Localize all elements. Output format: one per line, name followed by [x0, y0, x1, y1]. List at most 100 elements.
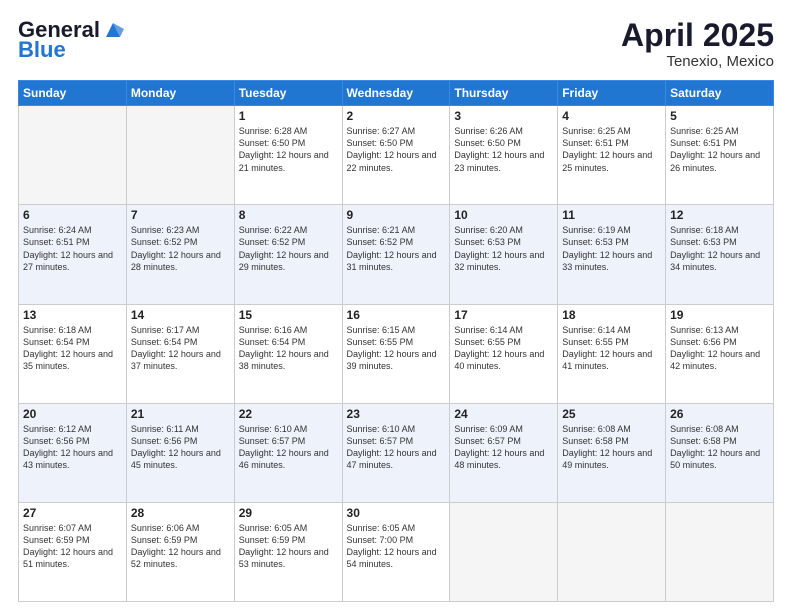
day-info: Sunrise: 6:26 AM Sunset: 6:50 PM Dayligh…: [454, 125, 553, 174]
calendar-week-row: 6 Sunrise: 6:24 AM Sunset: 6:51 PM Daylig…: [19, 205, 774, 304]
header-saturday: Saturday: [666, 81, 774, 106]
table-row: 21 Sunrise: 6:11 AM Sunset: 6:56 PM Dayli…: [126, 403, 234, 502]
header: General Blue April 2025 Tenexio, Mexico: [18, 18, 774, 70]
day-number: 16: [347, 308, 446, 322]
table-row: 16 Sunrise: 6:15 AM Sunset: 6:55 PM Dayli…: [342, 304, 450, 403]
logo: General Blue: [18, 18, 124, 62]
day-number: 23: [347, 407, 446, 421]
table-row: 29 Sunrise: 6:05 AM Sunset: 6:59 PM Dayli…: [234, 502, 342, 601]
table-row: 12 Sunrise: 6:18 AM Sunset: 6:53 PM Dayli…: [666, 205, 774, 304]
day-info: Sunrise: 6:15 AM Sunset: 6:55 PM Dayligh…: [347, 324, 446, 373]
day-number: 7: [131, 208, 230, 222]
day-number: 15: [239, 308, 338, 322]
day-number: 1: [239, 109, 338, 123]
table-row: [450, 502, 558, 601]
table-row: 1 Sunrise: 6:28 AM Sunset: 6:50 PM Daylig…: [234, 106, 342, 205]
day-info: Sunrise: 6:09 AM Sunset: 6:57 PM Dayligh…: [454, 423, 553, 472]
header-sunday: Sunday: [19, 81, 127, 106]
day-info: Sunrise: 6:22 AM Sunset: 6:52 PM Dayligh…: [239, 224, 338, 273]
day-info: Sunrise: 6:25 AM Sunset: 6:51 PM Dayligh…: [562, 125, 661, 174]
table-row: 27Sunrise: 6:07 AM Sunset: 6:59 PM Dayli…: [19, 502, 127, 601]
day-number: 10: [454, 208, 553, 222]
table-row: 26Sunrise: 6:08 AM Sunset: 6:58 PM Dayli…: [666, 403, 774, 502]
day-number: 27: [23, 506, 122, 520]
day-info: Sunrise: 6:13 AM Sunset: 6:56 PM Dayligh…: [670, 324, 769, 373]
day-info: Sunrise: 6:18 AM Sunset: 6:53 PM Dayligh…: [670, 224, 769, 273]
day-number: 20: [23, 407, 122, 421]
table-row: 19 Sunrise: 6:13 AM Sunset: 6:56 PM Dayli…: [666, 304, 774, 403]
table-row: [666, 502, 774, 601]
calendar-week-row: 13 Sunrise: 6:18 AM Sunset: 6:54 PM Dayli…: [19, 304, 774, 403]
page: General Blue April 2025 Tenexio, Mexico …: [0, 0, 792, 612]
day-info: Sunrise: 6:14 AM Sunset: 6:55 PM Dayligh…: [454, 324, 553, 373]
title-block: April 2025 Tenexio, Mexico: [621, 18, 774, 70]
table-row: 28 Sunrise: 6:06 AM Sunset: 6:59 PM Dayli…: [126, 502, 234, 601]
header-thursday: Thursday: [450, 81, 558, 106]
calendar-week-row: 20 Sunrise: 6:12 AM Sunset: 6:56 PM Dayli…: [19, 403, 774, 502]
table-row: 22Sunrise: 6:10 AM Sunset: 6:57 PM Dayli…: [234, 403, 342, 502]
day-number: 25: [562, 407, 661, 421]
day-info: Sunrise: 6:08 AM Sunset: 6:58 PM Dayligh…: [562, 423, 661, 472]
day-number: 19: [670, 308, 769, 322]
day-info: Sunrise: 6:11 AM Sunset: 6:56 PM Dayligh…: [131, 423, 230, 472]
table-row: 18Sunrise: 6:14 AM Sunset: 6:55 PM Dayli…: [558, 304, 666, 403]
table-row: 30 Sunrise: 6:05 AM Sunset: 7:00 PM Dayli…: [342, 502, 450, 601]
day-number: 9: [347, 208, 446, 222]
day-info: Sunrise: 6:12 AM Sunset: 6:56 PM Dayligh…: [23, 423, 122, 472]
day-number: 28: [131, 506, 230, 520]
day-number: 4: [562, 109, 661, 123]
logo-icon: [102, 19, 124, 39]
table-row: 6 Sunrise: 6:24 AM Sunset: 6:51 PM Daylig…: [19, 205, 127, 304]
table-row: [19, 106, 127, 205]
day-info: Sunrise: 6:25 AM Sunset: 6:51 PM Dayligh…: [670, 125, 769, 174]
day-info: Sunrise: 6:05 AM Sunset: 6:59 PM Dayligh…: [239, 522, 338, 571]
header-tuesday: Tuesday: [234, 81, 342, 106]
day-number: 3: [454, 109, 553, 123]
calendar-title: April 2025: [621, 18, 774, 53]
day-info: Sunrise: 6:28 AM Sunset: 6:50 PM Dayligh…: [239, 125, 338, 174]
calendar-week-row: 27Sunrise: 6:07 AM Sunset: 6:59 PM Dayli…: [19, 502, 774, 601]
table-row: 23 Sunrise: 6:10 AM Sunset: 6:57 PM Dayli…: [342, 403, 450, 502]
weekday-header-row: Sunday Monday Tuesday Wednesday Thursday…: [19, 81, 774, 106]
table-row: 9 Sunrise: 6:21 AM Sunset: 6:52 PM Daylig…: [342, 205, 450, 304]
day-number: 13: [23, 308, 122, 322]
table-row: 2Sunrise: 6:27 AM Sunset: 6:50 PM Daylig…: [342, 106, 450, 205]
table-row: 17Sunrise: 6:14 AM Sunset: 6:55 PM Dayli…: [450, 304, 558, 403]
calendar-location: Tenexio, Mexico: [621, 53, 774, 70]
table-row: 5 Sunrise: 6:25 AM Sunset: 6:51 PM Daylig…: [666, 106, 774, 205]
table-row: 3 Sunrise: 6:26 AM Sunset: 6:50 PM Daylig…: [450, 106, 558, 205]
day-number: 30: [347, 506, 446, 520]
table-row: 24 Sunrise: 6:09 AM Sunset: 6:57 PM Dayli…: [450, 403, 558, 502]
day-info: Sunrise: 6:10 AM Sunset: 6:57 PM Dayligh…: [347, 423, 446, 472]
logo-blue-text: Blue: [18, 38, 124, 62]
table-row: 25 Sunrise: 6:08 AM Sunset: 6:58 PM Dayli…: [558, 403, 666, 502]
day-number: 29: [239, 506, 338, 520]
table-row: 8Sunrise: 6:22 AM Sunset: 6:52 PM Daylig…: [234, 205, 342, 304]
day-number: 21: [131, 407, 230, 421]
day-info: Sunrise: 6:14 AM Sunset: 6:55 PM Dayligh…: [562, 324, 661, 373]
table-row: 14Sunrise: 6:17 AM Sunset: 6:54 PM Dayli…: [126, 304, 234, 403]
day-number: 24: [454, 407, 553, 421]
day-info: Sunrise: 6:24 AM Sunset: 6:51 PM Dayligh…: [23, 224, 122, 273]
day-number: 14: [131, 308, 230, 322]
day-number: 11: [562, 208, 661, 222]
table-row: 4 Sunrise: 6:25 AM Sunset: 6:51 PM Daylig…: [558, 106, 666, 205]
day-info: Sunrise: 6:21 AM Sunset: 6:52 PM Dayligh…: [347, 224, 446, 273]
calendar-week-row: 1 Sunrise: 6:28 AM Sunset: 6:50 PM Daylig…: [19, 106, 774, 205]
table-row: 20 Sunrise: 6:12 AM Sunset: 6:56 PM Dayli…: [19, 403, 127, 502]
table-row: [558, 502, 666, 601]
day-info: Sunrise: 6:23 AM Sunset: 6:52 PM Dayligh…: [131, 224, 230, 273]
table-row: 15 Sunrise: 6:16 AM Sunset: 6:54 PM Dayli…: [234, 304, 342, 403]
table-row: 13 Sunrise: 6:18 AM Sunset: 6:54 PM Dayli…: [19, 304, 127, 403]
day-number: 12: [670, 208, 769, 222]
day-number: 26: [670, 407, 769, 421]
day-number: 5: [670, 109, 769, 123]
day-info: Sunrise: 6:16 AM Sunset: 6:54 PM Dayligh…: [239, 324, 338, 373]
header-friday: Friday: [558, 81, 666, 106]
day-number: 22: [239, 407, 338, 421]
day-info: Sunrise: 6:18 AM Sunset: 6:54 PM Dayligh…: [23, 324, 122, 373]
header-monday: Monday: [126, 81, 234, 106]
day-number: 6: [23, 208, 122, 222]
day-info: Sunrise: 6:05 AM Sunset: 7:00 PM Dayligh…: [347, 522, 446, 571]
day-info: Sunrise: 6:06 AM Sunset: 6:59 PM Dayligh…: [131, 522, 230, 571]
